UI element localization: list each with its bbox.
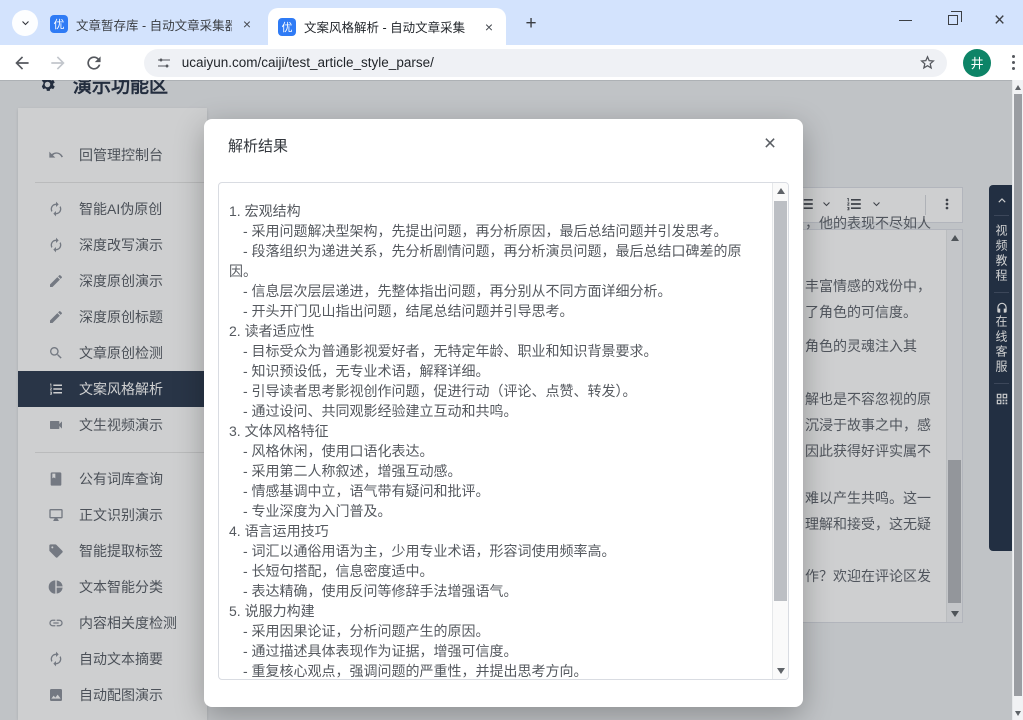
tab-close-icon[interactable]: × — [238, 15, 256, 33]
tab-style-parse[interactable]: 优 文案风格解析 - 自动文章采集 × — [268, 8, 506, 45]
reload-button[interactable] — [84, 53, 104, 73]
tab-title: 文案风格解析 - 自动文章采集 — [304, 17, 474, 36]
close-button[interactable]: × — [976, 0, 1023, 40]
restore-button[interactable] — [929, 0, 976, 40]
scrollbar-thumb[interactable] — [1014, 94, 1022, 696]
site-favicon: 优 — [278, 18, 296, 36]
minimize-icon — [899, 20, 912, 21]
parse-result-dialog: 解析结果 × 1. 宏观结构 - 采用问题解决型架构，先提出问题，再分析原因，最… — [204, 119, 803, 707]
parse-result-line: - 开头开门见山指出问题，结尾总结问题并引导思考。 — [229, 301, 764, 321]
profile-avatar[interactable]: 井 — [963, 49, 991, 77]
parse-result-line: - 采用因果论证，分析问题产生的原因。 — [229, 621, 764, 641]
scroll-up-icon[interactable] — [773, 183, 788, 199]
parse-result-line: - 情感基调中立，语气带有疑问和批评。 — [229, 481, 764, 501]
scroll-up-icon[interactable] — [1013, 80, 1023, 95]
parse-result-line: - 采用第二人称叙述，增强互动感。 — [229, 461, 764, 481]
tab-close-icon[interactable]: × — [480, 18, 498, 36]
parse-result-line: - 风格休闲，使用口语化表达。 — [229, 441, 764, 461]
bookmark-star-icon[interactable] — [918, 53, 937, 72]
parse-result-line: - 通过设问、共同观影经验建立互动和共鸣。 — [229, 401, 764, 421]
tab-search-button[interactable] — [12, 10, 38, 36]
parse-result-line: - 段落组织为递进关系，先分析剧情问题，再分析演员问题，最后总结口碑差的原因。 — [229, 241, 764, 281]
parse-result-line: 2. 读者适应性 — [229, 321, 764, 341]
url-input[interactable]: ucaiyun.com/caiji/test_article_style_par… — [182, 55, 918, 70]
site-settings-icon[interactable] — [156, 55, 172, 71]
restore-icon — [948, 15, 958, 25]
browser-toolbar: ucaiyun.com/caiji/test_article_style_par… — [0, 45, 1023, 80]
parse-result-line: 1. 宏观结构 — [229, 201, 764, 221]
dialog-title: 解析结果 — [228, 135, 288, 156]
tab-article-store[interactable]: 优 文章暂存库 - 自动文章采集器-优 × — [40, 10, 264, 38]
parse-result-line: - 采用问题解决型架构，先提出问题，再分析原因，最后总结问题并引发思考。 — [229, 221, 764, 241]
parse-result-line: - 信息层次层层递进，先整体指出问题，再分别从不同方面详细分析。 — [229, 281, 764, 301]
scrollbar-thumb[interactable] — [774, 201, 787, 601]
parse-result-line: - 通过描述具体表现作为证据，增强可信度。 — [229, 641, 764, 661]
close-icon: × — [994, 11, 1005, 30]
scroll-down-icon[interactable] — [1013, 705, 1023, 720]
back-button[interactable] — [12, 53, 32, 73]
page-scrollbar[interactable] — [1012, 80, 1023, 720]
parse-result-line: - 目标受众为普通影视爱好者，无特定年龄、职业和知识背景要求。 — [229, 341, 764, 361]
tab-title: 文章暂存库 - 自动文章采集器-优 — [76, 15, 232, 34]
parse-result-text: 1. 宏观结构 - 采用问题解决型架构，先提出问题，再分析原因，最后总结问题并引… — [219, 183, 772, 680]
parse-result-line: 5. 说服力构建 — [229, 601, 764, 621]
parse-result-line: 3. 文体风格特征 — [229, 421, 764, 441]
parse-result-line: - 词汇以通俗用语为主，少用专业术语，形容词使用频率高。 — [229, 541, 764, 561]
parse-result-box: 1. 宏观结构 - 采用问题解决型架构，先提出问题，再分析原因，最后总结问题并引… — [218, 182, 789, 680]
parse-result-line: 4. 语言运用技巧 — [229, 521, 764, 541]
scroll-down-icon[interactable] — [773, 663, 788, 679]
new-tab-button[interactable]: + — [518, 11, 544, 37]
parse-result-line: - 长短句搭配，信息密度适中。 — [229, 561, 764, 581]
parse-result-line: - 重复核心观点，强调问题的严重性，并提出思考方向。 — [229, 661, 764, 680]
parse-result-line: - 引导读者思考影视创作问题，促进行动（评论、点赞、转发）。 — [229, 381, 764, 401]
omnibox[interactable]: ucaiyun.com/caiji/test_article_style_par… — [144, 49, 947, 77]
forward-button[interactable] — [48, 53, 68, 73]
browser-window: 优 文章暂存库 - 自动文章采集器-优 × 优 文案风格解析 - 自动文章采集 … — [0, 0, 1023, 720]
parse-result-line: - 专业深度为入门普及。 — [229, 501, 764, 521]
dialog-scrollbar[interactable] — [772, 183, 788, 679]
chevron-down-icon — [19, 17, 32, 30]
minimize-button[interactable] — [882, 0, 929, 40]
window-controls: × — [882, 0, 1023, 45]
site-favicon: 优 — [50, 15, 68, 33]
browser-menu-button[interactable] — [1003, 51, 1023, 75]
parse-result-line: - 知识预设低，无专业术语，解释详细。 — [229, 361, 764, 381]
parse-result-line: - 表达精确，使用反问等修辞手法增强语气。 — [229, 581, 764, 601]
dialog-close-button[interactable]: × — [757, 131, 783, 157]
tab-strip: 优 文章暂存库 - 自动文章采集器-优 × 优 文案风格解析 - 自动文章采集 … — [0, 0, 1023, 45]
